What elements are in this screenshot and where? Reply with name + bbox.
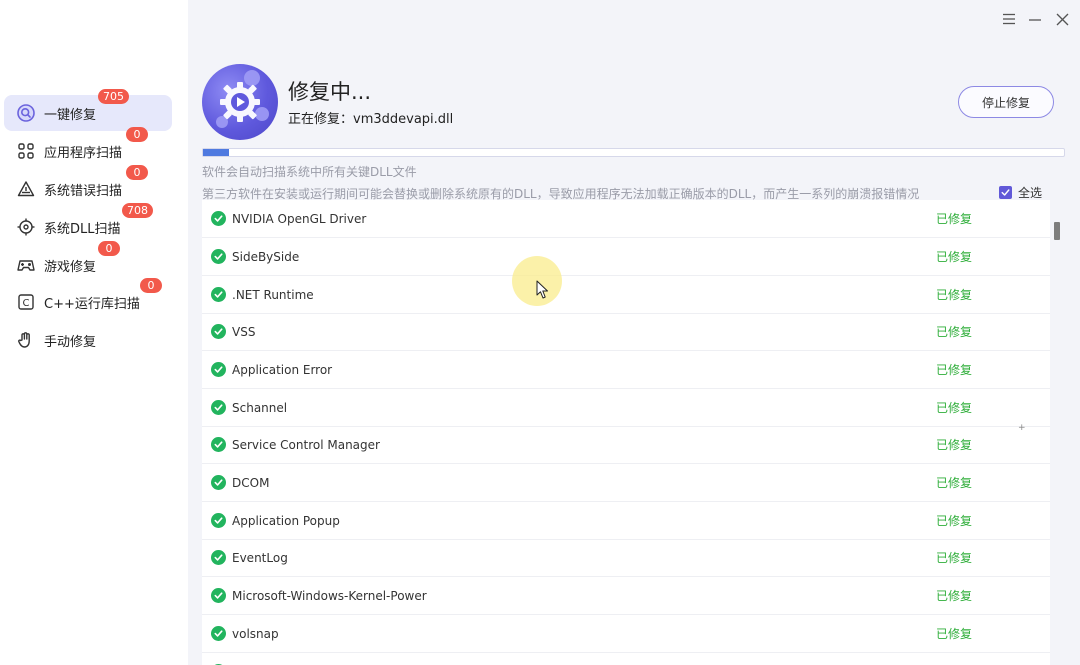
list-item[interactable]: Microsoft-Windows-Kernel-Power 已修复: [202, 577, 1050, 615]
menu-icon: [1003, 13, 1015, 25]
sidebar-item-system-error-scan[interactable]: 系统错误扫描 0: [4, 165, 172, 207]
count-badge: 705: [98, 89, 129, 104]
sidebar-item-label: 一键修复: [44, 107, 97, 123]
page-title: 修复中...: [288, 80, 372, 104]
item-status: 已修复: [936, 325, 973, 339]
item-name: Application Error: [232, 362, 333, 377]
item-name: Service Control Manager: [232, 437, 380, 452]
check-circle-icon: [211, 513, 226, 528]
progress-fill: [203, 149, 229, 156]
list-item[interactable]: Schannel 已修复: [202, 389, 1050, 427]
check-circle-icon: [211, 324, 226, 339]
sidebar-item-label: 应用程序扫描: [44, 145, 123, 161]
cpp-icon: C: [16, 292, 36, 312]
info-text: 软件会自动扫描系统中所有关键DLL文件: [202, 165, 417, 179]
close-icon: [1056, 13, 1068, 25]
check-circle-icon: [211, 400, 226, 415]
sidebar-item-system-dll-scan[interactable]: 系统DLL扫描 708: [4, 203, 172, 245]
stop-repair-button[interactable]: 停止修复: [958, 86, 1054, 118]
check-circle-icon: [211, 249, 226, 264]
hand-icon: [16, 330, 36, 350]
plus-icon: +: [1018, 423, 1026, 433]
check-circle-icon: [211, 550, 226, 565]
list-item[interactable]: Application Popup 已修复: [202, 502, 1050, 540]
count-badge: 0: [140, 278, 162, 293]
list-item[interactable]: [202, 653, 1050, 665]
minimize-button[interactable]: [1024, 8, 1046, 30]
item-status: 已修复: [936, 438, 973, 452]
check-circle-icon: [211, 626, 226, 641]
list-item[interactable]: Service Control Manager 已修复: [202, 426, 1050, 464]
repair-gear-logo: [202, 64, 278, 140]
item-status: 已修复: [936, 476, 973, 490]
sidebar-item-label: 手动修复: [44, 334, 97, 350]
item-name: .NET Runtime: [232, 287, 314, 302]
repair-progress-bar: [202, 148, 1065, 157]
item-name: VSS: [232, 324, 256, 339]
select-all-checkbox[interactable]: 全选: [999, 184, 1042, 201]
list-item[interactable]: VSS 已修复: [202, 313, 1050, 351]
item-status: 已修复: [936, 288, 973, 302]
item-name: Schannel: [232, 400, 288, 415]
item-name: DCOM: [232, 475, 270, 490]
sidebar-item-label: 系统DLL扫描: [44, 221, 121, 237]
sidebar-item-manual-repair[interactable]: 手动修复: [4, 322, 172, 358]
count-badge: 708: [122, 203, 153, 218]
list-item[interactable]: DCOM 已修复: [202, 464, 1050, 502]
list-scrollbar-thumb[interactable]: [1054, 222, 1060, 240]
magnifier-icon: [16, 103, 36, 123]
sidebar-item-one-click-repair[interactable]: 一键修复 705: [4, 89, 172, 131]
sidebar: 一键修复 705 应用程序扫描 0 系统错误扫描 0 系统DLL扫描 708 游…: [0, 0, 188, 665]
check-circle-icon: [211, 475, 226, 490]
count-badge: 0: [126, 165, 148, 180]
list-item[interactable]: Application Error 已修复: [202, 351, 1050, 389]
item-name: EventLog: [232, 550, 288, 565]
check-circle-icon: [211, 588, 226, 603]
checkbox-checked-icon: [999, 186, 1012, 199]
warning-icon: [16, 179, 36, 199]
check-circle-icon: [211, 287, 226, 302]
item-name: volsnap: [232, 626, 279, 641]
item-status: 已修复: [936, 250, 973, 264]
repair-status-text: 正在修复：vm3ddevapi.dll: [288, 112, 454, 127]
item-name: Microsoft-Windows-Kernel-Power: [232, 588, 427, 603]
target-icon: [16, 217, 36, 237]
list-item[interactable]: .NET Runtime 已修复: [202, 276, 1050, 314]
item-status: 已修复: [936, 401, 973, 415]
mouse-cursor-icon: [536, 280, 548, 299]
minimize-icon: [1029, 19, 1041, 21]
count-badge: 0: [98, 241, 120, 256]
close-button[interactable]: [1051, 8, 1073, 30]
sidebar-item-label: C++运行库扫描: [44, 296, 140, 312]
item-status: 已修复: [936, 627, 973, 641]
item-status: 已修复: [936, 212, 973, 226]
sidebar-item-app-scan[interactable]: 应用程序扫描 0: [4, 127, 172, 169]
list-item[interactable]: EventLog 已修复: [202, 539, 1050, 577]
check-circle-icon: [211, 211, 226, 226]
item-name: NVIDIA OpenGL Driver: [232, 211, 367, 226]
item-status: 已修复: [936, 514, 973, 528]
menu-button[interactable]: [998, 8, 1020, 30]
select-all-label: 全选: [1018, 186, 1043, 200]
item-status: 已修复: [936, 551, 973, 565]
item-name: Application Popup: [232, 513, 340, 528]
repair-item-list[interactable]: NVIDIA OpenGL Driver 已修复 SideBySide 已修复 …: [202, 200, 1050, 665]
apps-icon: [16, 141, 36, 161]
list-item[interactable]: SideBySide 已修复: [202, 238, 1050, 276]
list-item[interactable]: volsnap 已修复: [202, 615, 1050, 653]
svg-text:C: C: [23, 298, 30, 309]
item-name: SideBySide: [232, 249, 300, 264]
check-circle-icon: [211, 437, 226, 452]
item-status: 已修复: [936, 589, 973, 603]
check-circle-icon: [211, 362, 226, 377]
count-badge: 0: [126, 127, 148, 142]
gamepad-icon: [16, 255, 36, 275]
list-item[interactable]: NVIDIA OpenGL Driver 已修复: [202, 200, 1050, 238]
sidebar-item-label: 系统错误扫描: [44, 183, 123, 199]
sidebar-item-cpp-runtime-scan[interactable]: C C++运行库扫描 0: [4, 278, 172, 320]
sidebar-item-label: 游戏修复: [44, 259, 97, 275]
item-status: 已修复: [936, 363, 973, 377]
